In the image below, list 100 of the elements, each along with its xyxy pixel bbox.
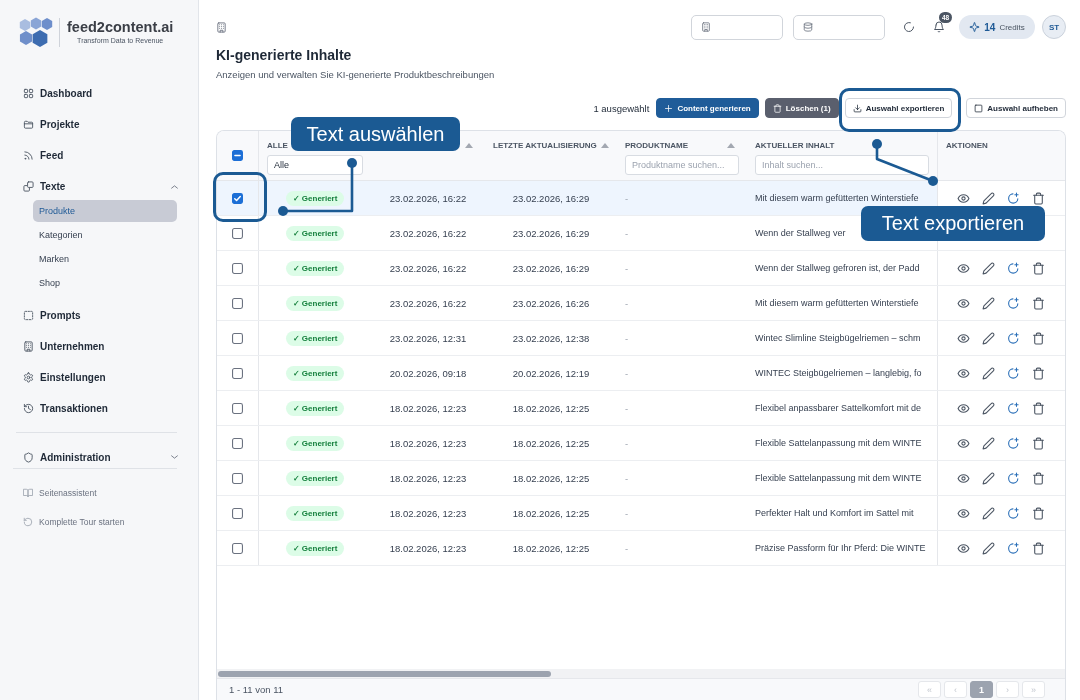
nav-subitem[interactable]: Produkte — [33, 200, 177, 222]
avatar[interactable]: ST — [1042, 15, 1066, 39]
table-cell: 20.02.2026, 12:19 — [512, 367, 590, 379]
circular-arrow-icon[interactable] — [1007, 436, 1020, 450]
nav-item[interactable]: Transaktionen — [0, 393, 198, 424]
eye-icon[interactable] — [957, 261, 970, 275]
folder-icon — [23, 119, 34, 130]
nav-subitem[interactable]: Kategorien — [33, 224, 177, 246]
trash-icon[interactable] — [1032, 191, 1045, 205]
clear-selection-button[interactable]: Auswahl aufheben — [966, 98, 1066, 118]
highlight-frame — [213, 172, 267, 222]
trash-icon[interactable] — [1032, 471, 1045, 485]
filter-select[interactable]: Alle — [267, 155, 363, 175]
circular-arrow-icon[interactable] — [1007, 506, 1020, 520]
pencil-icon[interactable] — [982, 191, 995, 205]
filter-input[interactable]: Inhalt suchen... — [755, 155, 929, 175]
trash-icon[interactable] — [1032, 541, 1045, 555]
eye-icon[interactable] — [957, 296, 970, 310]
trash-icon[interactable] — [1032, 261, 1045, 275]
nav-subitem[interactable]: Marken — [33, 248, 177, 270]
row-checkbox[interactable] — [232, 262, 243, 274]
nav-item[interactable]: Feed — [0, 140, 198, 171]
table-cell: - — [625, 542, 629, 554]
nav-item[interactable]: Texte — [0, 171, 198, 202]
table-cell: - — [625, 227, 629, 239]
table-cell: Mit diesem warm gefütterten Winterstiefe — [755, 298, 919, 308]
delete-button[interactable]: Löschen (1) — [764, 98, 839, 118]
chevron-down-icon[interactable] — [171, 455, 178, 459]
row-checkbox[interactable] — [232, 227, 243, 239]
trash-icon[interactable] — [1032, 331, 1045, 345]
row-checkbox[interactable] — [232, 402, 243, 414]
pencil-icon[interactable] — [982, 331, 995, 345]
nav-item[interactable]: Administration — [0, 446, 198, 468]
eye-icon[interactable] — [957, 331, 970, 345]
trash-icon[interactable] — [1032, 296, 1045, 310]
eye-icon[interactable] — [957, 191, 970, 205]
trash-icon[interactable] — [1032, 506, 1045, 520]
row-checkbox[interactable] — [232, 297, 243, 309]
table-cell: Flexible Sattelanpassung mit dem WINTE — [755, 473, 922, 483]
nav-item[interactable]: Prompts — [0, 300, 198, 331]
pencil-icon[interactable] — [982, 506, 995, 520]
row-checkbox[interactable] — [232, 542, 243, 554]
circular-arrow-icon[interactable] — [1007, 401, 1020, 415]
circular-arrow-icon[interactable] — [1007, 541, 1020, 555]
row-checkbox[interactable] — [232, 507, 243, 519]
export-button[interactable]: Auswahl exportieren — [844, 98, 953, 118]
table-cell: Wenn der Stallweg ver — [755, 228, 846, 238]
circular-arrow-icon[interactable] — [1007, 331, 1020, 345]
status-tag: ✓ Generiert — [285, 260, 345, 276]
pencil-icon[interactable] — [982, 366, 995, 380]
pencil-icon[interactable] — [982, 471, 995, 485]
plus-icon — [664, 103, 674, 113]
select-field[interactable] — [793, 14, 885, 40]
circular-arrow-icon[interactable] — [1007, 366, 1020, 380]
dashed-square-icon — [23, 310, 34, 321]
select-all-checkbox[interactable] — [232, 150, 243, 161]
pencil-icon[interactable] — [982, 261, 995, 275]
nav-item[interactable]: Projekte — [0, 109, 198, 140]
row-checkbox[interactable] — [232, 332, 243, 344]
nav-item[interactable]: Unternehmen — [0, 331, 198, 362]
eye-icon[interactable] — [957, 541, 970, 555]
table-cell: 18.02.2026, 12:25 — [512, 542, 590, 554]
circular-arrow-icon[interactable] — [1007, 471, 1020, 485]
generate-button[interactable]: Content generieren — [656, 98, 759, 118]
nav-subitem[interactable]: Shop — [33, 272, 177, 294]
eye-icon[interactable] — [957, 506, 970, 520]
row-checkbox[interactable] — [232, 367, 243, 379]
bell-icon[interactable] — [933, 21, 945, 33]
nav-item[interactable]: Einstellungen — [0, 362, 198, 393]
trash-icon[interactable] — [1032, 366, 1045, 380]
row-checkbox[interactable] — [232, 192, 243, 204]
circular-arrow-icon[interactable] — [1007, 191, 1020, 205]
refresh-icon[interactable] — [903, 21, 915, 33]
select-field[interactable] — [691, 14, 783, 40]
row-checkbox[interactable] — [232, 472, 243, 484]
eye-icon[interactable] — [957, 436, 970, 450]
pencil-icon[interactable] — [982, 541, 995, 555]
circular-arrow-icon[interactable] — [1007, 261, 1020, 275]
chevron-up-icon[interactable] — [171, 184, 178, 189]
filter-input[interactable]: Produktname suchen... — [625, 155, 739, 175]
pencil-icon[interactable] — [982, 436, 995, 450]
building-icon — [701, 22, 711, 32]
pencil-icon[interactable] — [982, 296, 995, 310]
circular-arrow-icon[interactable] — [1007, 296, 1020, 310]
help-link[interactable]: Seitenassistent — [0, 481, 198, 505]
table-cell: 18.02.2026, 12:23 — [389, 437, 467, 449]
help-link[interactable]: Komplette Tour starten — [0, 510, 198, 534]
trash-icon[interactable] — [1032, 401, 1045, 415]
table-cell: 18.02.2026, 12:25 — [512, 507, 590, 519]
nav-item[interactable]: Dashboard — [0, 78, 198, 109]
trash-icon[interactable] — [1032, 436, 1045, 450]
callout-label: Text auswählen — [291, 117, 460, 151]
column-header: ALLE — [267, 140, 288, 150]
pencil-icon[interactable] — [982, 401, 995, 415]
credits-button[interactable]: 14 Credits — [959, 15, 1035, 39]
eye-icon[interactable] — [957, 471, 970, 485]
eye-icon[interactable] — [957, 366, 970, 380]
eye-icon[interactable] — [957, 401, 970, 415]
horizontal-scrollbar[interactable] — [217, 669, 1065, 678]
row-checkbox[interactable] — [232, 437, 243, 449]
